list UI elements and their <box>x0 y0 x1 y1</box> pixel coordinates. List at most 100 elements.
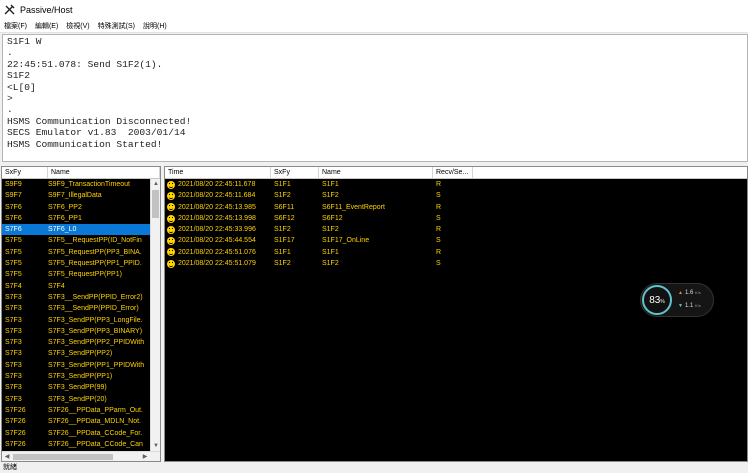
message-name: S7F3_SendPP(PP3_BINARY) <box>48 327 143 335</box>
transaction-time-cell: 2021/08/20 22:45:44.554 <box>165 235 271 246</box>
message-list: S9F9 S9F9_TransactionTimeout S9F7 S9F7_Ille… <box>2 179 160 450</box>
message-sxfy: S7F6 <box>5 226 22 234</box>
transaction-direction: R <box>436 226 442 234</box>
smiley-icon <box>167 214 175 223</box>
message-row[interactable]: S7F6 S7F6_PP1 <box>2 213 160 224</box>
message-sxfy: S7F3 <box>5 327 22 335</box>
message-row[interactable]: S7F3 S7F3_SendPP(PP3_BINARY) <box>2 326 160 337</box>
scroll-thumb[interactable] <box>152 190 159 218</box>
transaction-name: S6F12 <box>322 214 343 222</box>
smiley-icon <box>167 191 175 200</box>
message-list-horizontal-scrollbar[interactable]: ◀ ▶ <box>2 451 160 461</box>
download-arrow-icon: ▼ <box>678 303 683 309</box>
log-line: 22:45:51.078: Send S1F2(1). <box>7 58 163 70</box>
smiley-icon <box>167 259 175 268</box>
column-header-sxfy[interactable]: SxFy <box>2 167 48 178</box>
transaction-row[interactable]: 2021/08/20 22:45:13.998 S6F12 S6F12 S <box>165 213 747 224</box>
log-line: S1F2 <box>7 70 31 82</box>
message-sxfy: S7F4 <box>5 282 22 290</box>
menu-edit[interactable]: 編輯(E) <box>35 21 58 31</box>
message-sxfy: S7F5 <box>5 260 22 268</box>
app-icon <box>4 4 15 15</box>
message-row[interactable]: S7F26 S7F26__PPData_MDLN_Not. <box>2 416 160 427</box>
network-speed-widget[interactable]: 83% ▲ 1.6 K/s ▼ 1.1 K/s <box>640 283 714 317</box>
transaction-direction: R <box>436 203 442 211</box>
transaction-direction: R <box>436 181 442 188</box>
message-row[interactable]: S7F5 S7F5_RequestPP(PP3_BINA. <box>2 247 160 258</box>
column-header-name[interactable]: Name <box>319 167 433 178</box>
message-sxfy: S7F3 <box>5 305 22 313</box>
communication-log[interactable]: S1F1 W. 22:45:51.078: Send S1F2(1). S1F2 <L… <box>2 34 748 162</box>
message-list-header: SxFy Name <box>2 167 160 179</box>
column-header-name[interactable]: Name <box>48 167 160 178</box>
menu-file[interactable]: 檔案(F) <box>4 21 27 31</box>
transaction-time: 2021/08/20 22:45:33.996 <box>178 226 256 234</box>
smiley-icon <box>167 225 175 234</box>
message-row[interactable]: S7F6 S7F6_PP2 <box>2 202 160 213</box>
smiley-icon <box>167 203 175 212</box>
scroll-right-icon[interactable]: ▶ <box>140 452 150 461</box>
message-sxfy: S7F5 <box>5 248 22 256</box>
transaction-sxfy: S1F1 <box>274 248 291 256</box>
transaction-list: 2021/08/20 22:45:11.678 S1F1 S1F1 R 2021/08/… <box>165 179 747 269</box>
message-sxfy: S7F26 <box>5 406 26 414</box>
horizontal-scroll-thumb[interactable] <box>13 454 113 460</box>
message-sxfy: S7F3 <box>5 373 22 381</box>
message-list-vertical-scrollbar[interactable]: ▲ ▼ <box>150 179 160 451</box>
message-sxfy: S7F26 <box>5 429 26 437</box>
message-name: S7F5_RequestPP(PP1_PPID. <box>48 260 142 268</box>
transaction-row[interactable]: 2021/08/20 22:45:33.996 S1F2 S1F2 R <box>165 224 747 235</box>
column-header-time[interactable]: Time <box>165 167 271 178</box>
message-row[interactable]: S7F3 S7F3_SendPP(PP2_PPIDWith <box>2 337 160 348</box>
transaction-row[interactable]: 2021/08/20 22:45:51.076 S1F1 S1F1 R <box>165 247 747 258</box>
message-row[interactable]: S7F3 S7F3_SendPP(99) <box>2 382 160 393</box>
menu-help[interactable]: 說明(H) <box>143 21 167 31</box>
scroll-up-icon[interactable]: ▲ <box>151 179 160 189</box>
message-row[interactable]: S7F3 S7F3_SendPP(PP1_PPIDWith <box>2 360 160 371</box>
message-row[interactable]: S9F7 S9F7_IllegalData <box>2 190 160 201</box>
smiley-icon <box>167 180 175 189</box>
message-row[interactable]: S7F5 S7F5__RequestPP(ID_NotFin <box>2 235 160 246</box>
message-row[interactable]: S7F3 S7F3_SendPP(PP3_LongFile. <box>2 315 160 326</box>
transaction-row[interactable]: 2021/08/20 22:45:13.985 S6F11 S6F11_EventR… <box>165 202 747 213</box>
transaction-row[interactable]: 2021/08/20 22:45:11.684 S1F2 S1F2 S <box>165 190 747 201</box>
column-header-recv-send[interactable]: Recv/Se... <box>433 167 473 178</box>
column-header-sxfy[interactable]: SxFy <box>271 167 319 178</box>
menu-special-test[interactable]: 特殊測試(S) <box>98 21 135 31</box>
message-name: S7F3__SendPP(PPID_Error) <box>48 305 139 313</box>
transaction-row[interactable]: 2021/08/20 22:45:44.554 S1F17 S1F17_OnLine… <box>165 235 747 246</box>
transaction-header: Time SxFy Name Recv/Se... <box>165 167 747 179</box>
message-name: S7F3_SendPP(PP2) <box>48 350 113 358</box>
message-name: S7F3_SendPP(PP1_PPIDWith <box>48 361 145 369</box>
transaction-time-cell: 2021/08/20 22:45:51.076 <box>165 247 271 258</box>
message-row[interactable]: S7F4 S7F4 <box>2 281 160 292</box>
transaction-row[interactable]: 2021/08/20 22:45:11.678 S1F1 S1F1 R <box>165 179 747 190</box>
message-row[interactable]: S7F5 S7F5_RequestPP(PP1_PPID. <box>2 258 160 269</box>
upload-speed: ▲ 1.6 K/s <box>678 290 701 296</box>
message-row[interactable]: S7F26 S7F26__PPData_PParm_Out. <box>2 405 160 416</box>
message-row[interactable]: S7F3 S7F3_SendPP(PP1) <box>2 371 160 382</box>
scroll-down-icon[interactable]: ▼ <box>151 441 160 451</box>
message-row[interactable]: S9F9 S9F9_TransactionTimeout <box>2 179 160 190</box>
transaction-time-cell: 2021/08/20 22:45:51.079 <box>165 258 271 269</box>
transaction-row[interactable]: 2021/08/20 22:45:51.079 S1F2 S1F2 S <box>165 258 747 269</box>
menu-view[interactable]: 檢視(V) <box>66 21 89 31</box>
message-row[interactable]: S7F3 S7F3__SendPP(PPID_Error2) <box>2 292 160 303</box>
message-name: S7F3_SendPP(PP3_LongFile. <box>48 316 143 324</box>
log-line: . <box>7 47 13 59</box>
message-row[interactable]: S7F3 S7F3_SendPP(PP2) <box>2 348 160 359</box>
message-row[interactable]: S7F26 S7F26__PPData_CCode_For. <box>2 428 160 439</box>
message-row[interactable]: S7F26 S7F26__PPData_CCode_Can <box>2 439 160 450</box>
message-name: S7F3_SendPP(PP1) <box>48 373 113 381</box>
download-speed: ▼ 1.1 K/s <box>678 303 701 309</box>
message-row[interactable]: S7F3 S7F3__SendPP(PPID_Error) <box>2 303 160 314</box>
transaction-time: 2021/08/20 22:45:13.998 <box>178 214 256 222</box>
transaction-time: 2021/08/20 22:45:51.079 <box>178 260 256 268</box>
message-name: S7F26__PPData_MDLN_Not. <box>48 418 141 426</box>
scroll-left-icon[interactable]: ◀ <box>2 452 12 461</box>
message-row[interactable]: S7F3 S7F3_SendPP(20) <box>2 394 160 405</box>
message-sxfy: S9F9 <box>5 181 22 188</box>
message-name: S7F4 <box>48 282 65 290</box>
message-row[interactable]: S7F5 S7F5_RequestPP(PP1) <box>2 269 160 280</box>
message-row[interactable]: S7F6 S7F6_L0 <box>2 224 160 236</box>
